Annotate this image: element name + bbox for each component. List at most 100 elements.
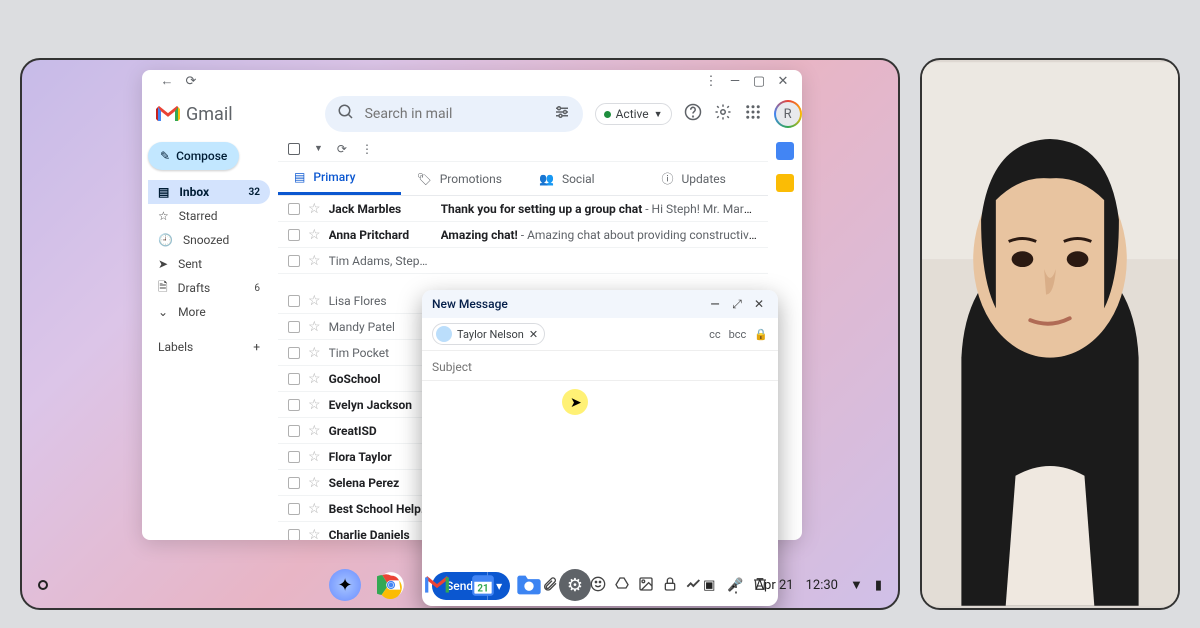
- recipient-chip[interactable]: Taylor Nelson ✕: [432, 323, 545, 345]
- refresh-icon[interactable]: ⟳: [337, 142, 347, 156]
- mic-icon[interactable]: 🎤: [727, 578, 743, 593]
- cc-button[interactable]: cc: [709, 328, 721, 341]
- help-icon[interactable]: [684, 103, 702, 125]
- battery-icon[interactable]: ▮: [875, 578, 882, 593]
- mail-checkbox[interactable]: [288, 503, 300, 515]
- presenter-camera: [920, 58, 1180, 610]
- calendar-shelf-icon[interactable]: 21: [467, 569, 499, 601]
- mail-checkbox[interactable]: [288, 529, 300, 541]
- search-input[interactable]: [365, 106, 543, 122]
- mail-checkbox[interactable]: [288, 477, 300, 489]
- settings-shelf-icon[interactable]: ⚙: [559, 569, 591, 601]
- more-vert-icon[interactable]: ⋮: [361, 142, 373, 156]
- star-icon[interactable]: ☆: [308, 319, 321, 335]
- subject-row[interactable]: [422, 351, 778, 381]
- drafts-count: 6: [254, 283, 260, 294]
- star-icon[interactable]: ☆: [308, 475, 321, 491]
- mail-checkbox[interactable]: [288, 295, 300, 307]
- nav-starred[interactable]: ☆Starred: [148, 204, 270, 228]
- compose-body[interactable]: ➤: [422, 381, 778, 566]
- mail-row[interactable]: ☆ Anna Pritchard Amazing chat! - Amazing…: [278, 222, 768, 248]
- settings-icon[interactable]: [714, 103, 732, 125]
- star-icon[interactable]: ☆: [308, 423, 321, 439]
- search-box[interactable]: [325, 96, 583, 132]
- close-compose-icon[interactable]: ✕: [750, 295, 768, 313]
- star-icon[interactable]: ☆: [308, 449, 321, 465]
- mail-checkbox[interactable]: [288, 373, 300, 385]
- compose-title: New Message: [432, 297, 508, 311]
- star-icon[interactable]: ☆: [308, 397, 321, 413]
- expand-compose-icon[interactable]: ⤢: [728, 295, 746, 313]
- subject-input[interactable]: [432, 360, 768, 374]
- mail-checkbox[interactable]: [288, 229, 300, 241]
- tab-promotions[interactable]: 🏷Promotions: [401, 162, 524, 195]
- nav-sent[interactable]: ➤Sent: [148, 252, 270, 276]
- star-icon: ☆: [158, 209, 169, 223]
- launcher-icon[interactable]: [38, 580, 48, 590]
- mail-checkbox[interactable]: [288, 255, 300, 267]
- star-icon[interactable]: ☆: [308, 527, 321, 541]
- maximize-icon[interactable]: ▢: [750, 72, 768, 90]
- tab-primary-label: Primary: [313, 170, 355, 184]
- search-options-icon[interactable]: [553, 103, 571, 125]
- remove-chip-icon[interactable]: ✕: [529, 328, 538, 341]
- nav-drafts[interactable]: 🗎Drafts6: [148, 276, 270, 300]
- shelf-date[interactable]: Apr 21: [756, 578, 794, 593]
- mail-checkbox[interactable]: [288, 399, 300, 411]
- compose-button[interactable]: ✎ Compose: [148, 142, 239, 170]
- mail-row[interactable]: ☆ Jack Marbles Thank you for setting up …: [278, 196, 768, 222]
- mail-sender: Selena Perez: [329, 476, 433, 490]
- reload-icon[interactable]: ⟳: [182, 72, 200, 90]
- labels-header-text: Labels: [158, 340, 193, 354]
- mail-checkbox[interactable]: [288, 451, 300, 463]
- mail-checkbox[interactable]: [288, 321, 300, 333]
- more-vert-icon[interactable]: ⋮: [702, 72, 720, 90]
- minimize-icon[interactable]: —: [726, 72, 744, 90]
- gmail-logo: Gmail: [156, 104, 233, 125]
- nav-snoozed-label: Snoozed: [183, 233, 229, 247]
- keep-app-icon[interactable]: [776, 174, 794, 192]
- recipient-row[interactable]: Taylor Nelson ✕ cc bcc 🔒: [422, 318, 778, 351]
- files-shelf-icon[interactable]: [513, 569, 545, 601]
- star-icon[interactable]: ☆: [308, 201, 321, 217]
- star-icon[interactable]: ☆: [308, 371, 321, 387]
- star-icon[interactable]: ☆: [308, 293, 321, 309]
- star-icon[interactable]: ☆: [308, 501, 321, 517]
- tab-updates[interactable]: ⓘUpdates: [646, 162, 769, 195]
- back-icon[interactable]: ←: [158, 72, 176, 90]
- tab-primary[interactable]: ▤Primary: [278, 162, 401, 195]
- bcc-button[interactable]: bcc: [729, 328, 747, 341]
- apps-grid-icon[interactable]: [744, 103, 762, 125]
- wifi-icon[interactable]: ▼: [850, 577, 863, 593]
- calendar-app-icon[interactable]: [776, 142, 794, 160]
- mail-sender: Tim Pocket: [329, 346, 433, 360]
- lock-icon[interactable]: 🔒: [754, 328, 768, 341]
- chevron-down-icon[interactable]: ▼: [314, 143, 323, 154]
- mail-sender: Flora Taylor: [329, 450, 433, 464]
- star-icon[interactable]: ☆: [308, 345, 321, 361]
- mail-row[interactable]: ☆ Tim Adams, Steph, 3: [278, 248, 768, 274]
- gmail-shelf-icon[interactable]: [421, 569, 453, 601]
- mail-checkbox[interactable]: [288, 203, 300, 215]
- minimize-compose-icon[interactable]: —: [706, 295, 724, 313]
- select-all-checkbox[interactable]: [288, 143, 300, 155]
- gemini-icon[interactable]: ✦: [329, 569, 361, 601]
- add-label-icon[interactable]: +: [253, 340, 260, 354]
- nav-more[interactable]: ⌄More: [148, 300, 270, 324]
- star-icon[interactable]: ☆: [308, 227, 321, 243]
- search-icon: [337, 103, 355, 125]
- mail-checkbox[interactable]: [288, 347, 300, 359]
- mail-checkbox[interactable]: [288, 425, 300, 437]
- phone-hub-icon[interactable]: ▣: [703, 578, 715, 593]
- shelf-time[interactable]: 12:30: [806, 578, 838, 593]
- close-icon[interactable]: ✕: [774, 72, 792, 90]
- chrome-icon[interactable]: [375, 569, 407, 601]
- tab-social[interactable]: 👥Social: [523, 162, 646, 195]
- labels-header: Labels +: [148, 332, 270, 354]
- nav-inbox[interactable]: ▤ Inbox 32: [148, 180, 270, 204]
- star-icon[interactable]: ☆: [308, 253, 321, 269]
- nav-snoozed[interactable]: 🕘Snoozed: [148, 228, 270, 252]
- account-avatar[interactable]: R: [774, 100, 802, 128]
- status-chip[interactable]: Active ▼: [595, 103, 672, 125]
- mail-sender: Evelyn Jackson: [329, 398, 433, 412]
